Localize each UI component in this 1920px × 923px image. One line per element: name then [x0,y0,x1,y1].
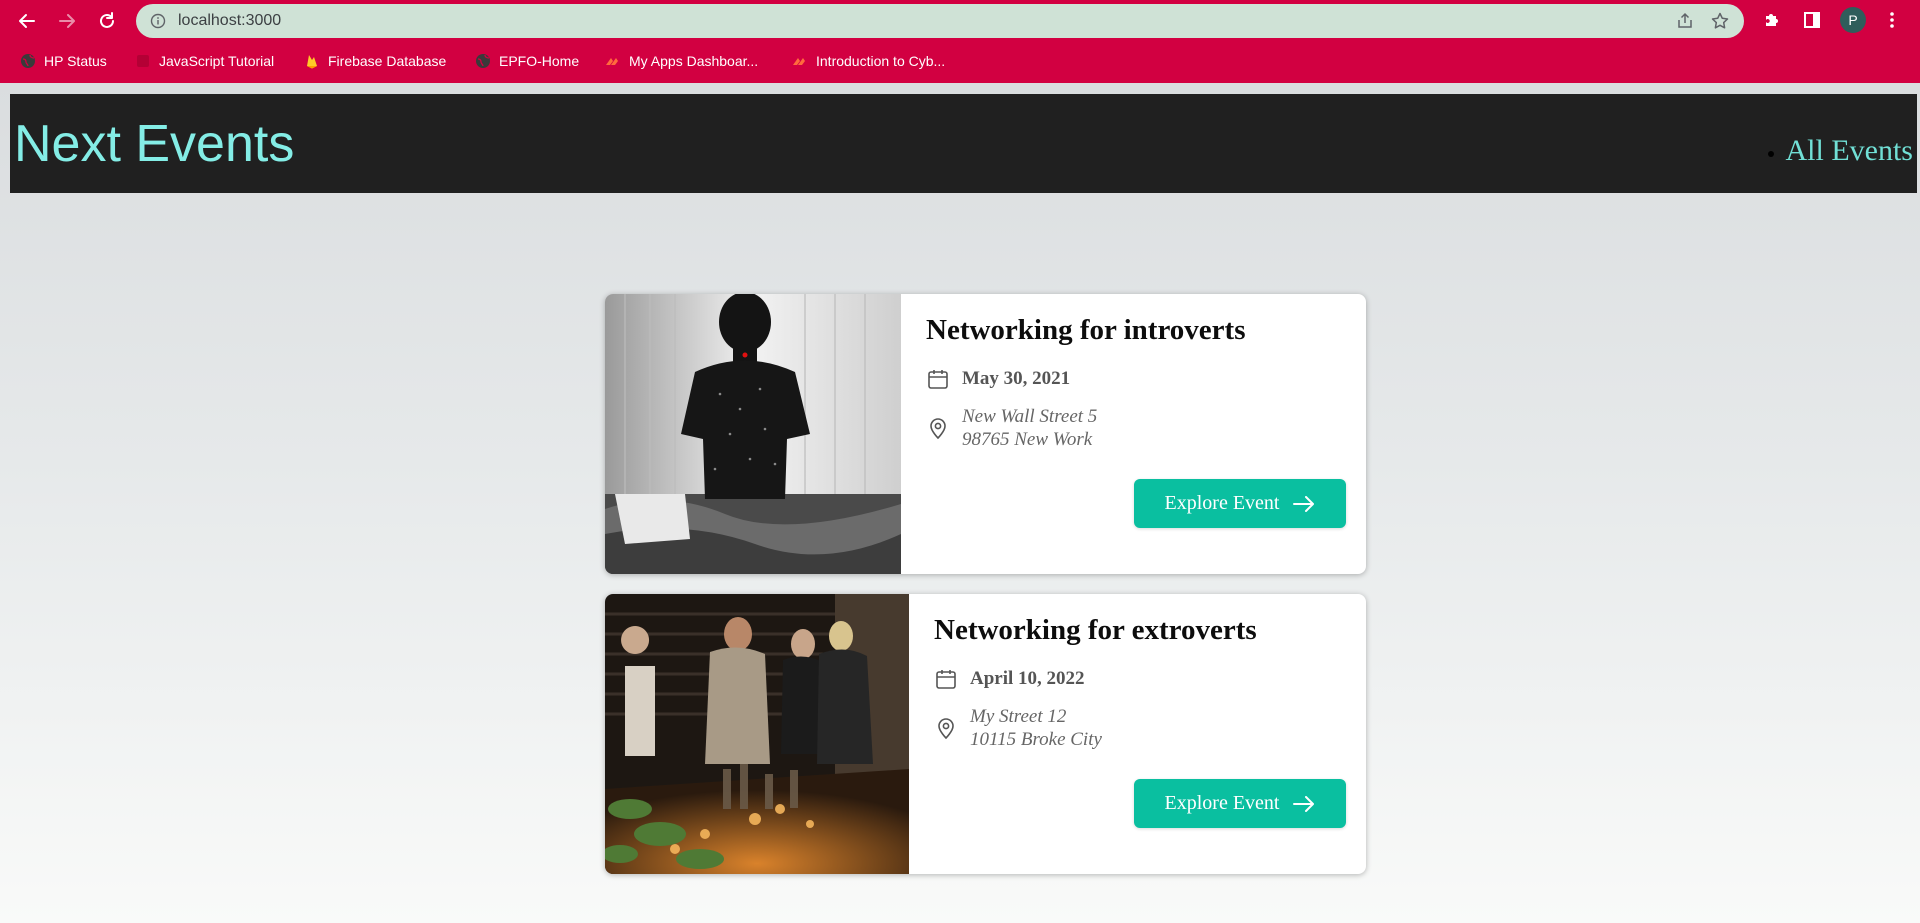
reload-icon[interactable] [94,8,120,34]
bookmark-label: My Apps Dashboar... [629,53,759,69]
event-card: Networking for extroverts April 10, 2022… [605,594,1366,874]
event-card: Networking for introverts May 30, 2021 N… [605,294,1366,574]
browser-chrome: localhost:3000 P HP Status JavaScript Tu… [0,0,1920,83]
event-address-row: New Wall Street 5 98765 New Work [926,405,1097,451]
explore-event-button[interactable]: Explore Event [1134,479,1346,528]
forward-arrow-icon[interactable] [54,8,80,34]
back-arrow-icon[interactable] [14,8,40,34]
list-bullet [1767,151,1774,157]
bookmark-hp-status[interactable]: HP Status [20,50,107,72]
event-title: Networking for introverts [926,314,1246,346]
location-pin-icon [934,716,958,740]
event-title: Networking for extroverts [934,614,1257,646]
bookmarks-bar: HP Status JavaScript Tutorial Firebase D… [0,46,1920,76]
event-address-row: My Street 12 10115 Broke City [934,705,1102,751]
event-date: April 10, 2022 [970,668,1085,689]
event-date-row: April 10, 2022 [934,667,1085,691]
event-card-body: Networking for introverts May 30, 2021 N… [901,294,1366,574]
bookmark-epfo-home[interactable]: EPFO-Home [475,50,579,72]
bookmark-firebase-database[interactable]: Firebase Database [304,50,446,72]
w3-icon [135,53,151,69]
calendar-icon [926,367,950,391]
bookmark-label: EPFO-Home [499,53,580,69]
site-title: Next Events [14,115,295,173]
event-address: New Wall Street 5 98765 New Work [962,405,1097,451]
explore-event-button[interactable]: Explore Event [1134,779,1346,828]
all-events-link[interactable]: All Events [1786,134,1914,168]
bookmark-star-icon[interactable] [1710,11,1730,31]
address-line: My Street 12 [970,706,1067,727]
apps-icon [605,53,621,69]
event-address: My Street 12 10115 Broke City [970,705,1102,751]
kebab-menu-icon[interactable] [1880,8,1904,32]
bookmark-my-apps-dashboard[interactable]: My Apps Dashboar... [605,50,758,72]
bookmark-label: JavaScript Tutorial [159,53,275,69]
profile-avatar[interactable]: P [1840,7,1866,33]
calendar-icon [934,667,958,691]
event-date-row: May 30, 2021 [926,367,1070,391]
side-panel-icon[interactable] [1800,8,1824,32]
globe-icon [20,53,36,69]
bookmark-label: Introduction to Cyb... [816,53,946,69]
address-bar[interactable]: localhost:3000 [136,4,1744,38]
bookmark-label: Firebase Database [328,53,447,69]
bookmark-introduction-to-cyber[interactable]: Introduction to Cyb... [792,50,945,72]
firebase-icon [304,53,320,69]
page-viewport: Next Events All Events Networking for in… [0,83,1920,923]
bookmark-javascript-tutorial[interactable]: JavaScript Tutorial [135,50,274,72]
address-line: 98765 New Work [962,429,1093,450]
url-text: localhost:3000 [178,12,282,29]
event-image [605,294,901,574]
address-line: 10115 Broke City [970,729,1102,750]
share-icon[interactable] [1676,12,1694,30]
site-header: Next Events All Events [10,94,1917,193]
arrow-right-icon [1293,795,1315,812]
event-card-body: Networking for extroverts April 10, 2022… [909,594,1366,874]
explore-event-label: Explore Event [1164,492,1280,514]
event-date: May 30, 2021 [962,368,1071,389]
site-nav: All Events [1767,134,1914,168]
explore-event-label: Explore Event [1164,792,1280,814]
extensions-puzzle-icon[interactable] [1760,8,1784,32]
address-line: New Wall Street 5 [962,406,1098,427]
globe-icon [475,53,491,69]
apps-icon [792,53,808,69]
bookmark-label: HP Status [44,53,107,69]
arrow-right-icon [1293,495,1315,512]
info-icon[interactable] [150,13,166,29]
event-image [605,594,909,874]
location-pin-icon [926,416,950,440]
